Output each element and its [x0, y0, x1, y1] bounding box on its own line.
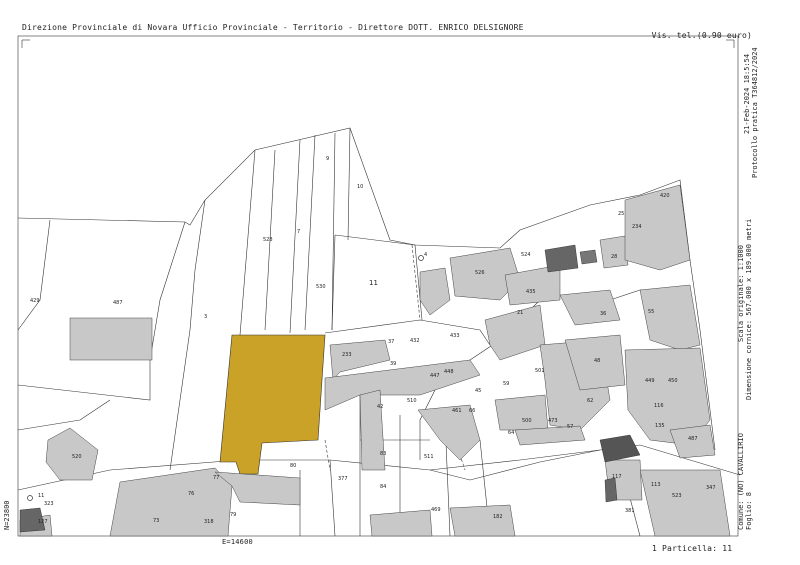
- parcel-label: 55: [648, 309, 654, 315]
- parcel-label: 318: [204, 519, 214, 525]
- parcel-label: 377: [338, 476, 348, 482]
- parcel-label: 473: [548, 418, 558, 424]
- parcel-label: 520: [72, 454, 82, 460]
- parcel-label: 116: [654, 403, 664, 409]
- parcel-footer: 1 Particella: 11: [652, 544, 733, 553]
- parcel-label: 80: [290, 463, 296, 469]
- buildings: [19, 184, 731, 537]
- parcel-label: 447: [430, 373, 440, 379]
- parcel-label: 420: [660, 193, 670, 199]
- parcel-label: 3: [204, 314, 207, 320]
- parcel-label: 4: [424, 252, 427, 258]
- parcel-label: 435: [526, 289, 536, 295]
- parcel-label: 45: [475, 388, 481, 394]
- parcel-label: 48: [594, 358, 600, 364]
- north-coordinate: N=23800: [3, 500, 11, 530]
- parcel-label: 448: [444, 369, 454, 375]
- parcel-label: 511: [424, 454, 434, 460]
- parcel-label: 77: [213, 475, 219, 481]
- parcel-label: 10: [357, 184, 363, 190]
- parcel-label: 501: [535, 368, 545, 374]
- parcel-label: 524: [521, 252, 531, 258]
- parcel-label: 36: [600, 311, 606, 317]
- parcel-label: 28: [611, 254, 617, 260]
- parcel-label: 42: [377, 404, 383, 410]
- parcel-label: 113: [651, 482, 661, 488]
- highlighted-parcel-11[interactable]: [219, 334, 326, 475]
- cadastral-map: 429 487 3 528 7 9 10 530 11 4 520 233 37…: [17, 35, 741, 537]
- parcel-label: 461: [452, 408, 462, 414]
- parcel-label: 73: [153, 518, 159, 524]
- parcel-label: 323: [44, 501, 54, 507]
- parcel-label: 528: [263, 237, 273, 243]
- cadastral-map-sheet: Direzione Provinciale di Novara Ufficio …: [0, 0, 800, 565]
- corner-ticks: [21, 39, 735, 48]
- east-coordinate: E=14600: [222, 538, 253, 546]
- parcel-label: 7: [297, 229, 300, 235]
- municipality: Comune: (NO) CAVALLIRIO: [737, 433, 745, 530]
- parcel-label: 487: [113, 300, 123, 306]
- parcel-label: 530: [316, 284, 326, 290]
- parcel-label: 25: [618, 211, 624, 217]
- parcel-label: 500: [522, 418, 532, 424]
- parcel-label: 182: [493, 514, 503, 520]
- parcel-label: 347: [706, 485, 716, 491]
- survey-point-marker-2: [27, 495, 33, 501]
- parcel-label: 79: [230, 512, 236, 518]
- parcel-label: 449: [645, 378, 655, 384]
- parcel-label: 450: [668, 378, 678, 384]
- parcel-label: 233: [342, 352, 352, 358]
- parcel-label: 84: [380, 484, 386, 490]
- parcel-label: 429: [30, 298, 40, 304]
- parcel-label: 9: [326, 156, 329, 162]
- survey-point-marker: [418, 255, 424, 261]
- parcel-label: 381: [625, 508, 635, 514]
- sheet-number: Foglio: 8: [745, 492, 753, 530]
- parcel-label: 57: [567, 424, 573, 430]
- parcel-label: 37: [388, 339, 394, 345]
- parcel-label: 64: [508, 430, 514, 436]
- frame-dimensions: Dimensione cornice: 567.000 x 189.000 me…: [745, 218, 753, 400]
- parcel-label: 433: [450, 333, 460, 339]
- parcel-label: 62: [587, 398, 593, 404]
- parcel-label: 523: [672, 493, 682, 499]
- parcel-label: 66: [469, 408, 475, 414]
- parcel-label: 469: [431, 507, 441, 513]
- parcel-label: 117: [612, 474, 622, 480]
- parcel-label: 39: [390, 361, 396, 367]
- parcel-label: 11: [369, 279, 378, 287]
- parcel-label: 83: [380, 451, 386, 457]
- parcel-label: 135: [655, 423, 665, 429]
- map-scale: Scala originale: 1:1000: [737, 245, 745, 342]
- parcel-label: 487: [688, 436, 698, 442]
- parcel-label: 76: [188, 491, 194, 497]
- parcel-label: 234: [632, 224, 642, 230]
- parcel-label: 59: [503, 381, 509, 387]
- parcel-label: 11: [38, 493, 44, 499]
- parcel-label: 526: [475, 270, 485, 276]
- protocol-number: Protocollo pratica T364812/2024: [751, 47, 759, 178]
- parcel-label: 127: [38, 519, 48, 525]
- parcel-label: 21: [517, 310, 523, 316]
- timestamp: 21-Feb-2024 18:5:54: [743, 53, 751, 134]
- parcel-label: 432: [410, 338, 420, 344]
- parcel-label: 510: [407, 398, 417, 404]
